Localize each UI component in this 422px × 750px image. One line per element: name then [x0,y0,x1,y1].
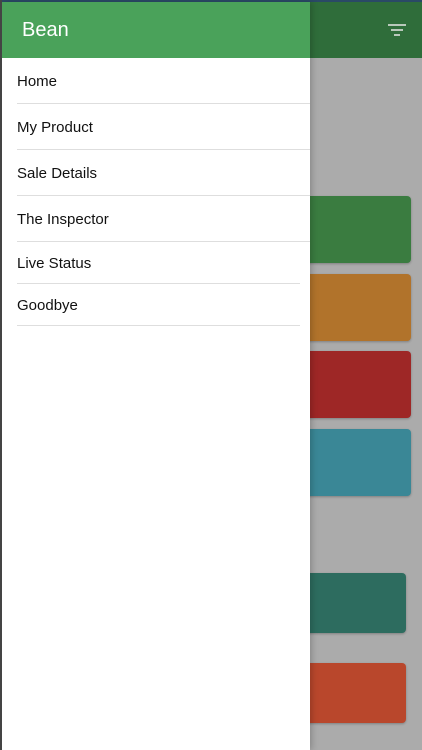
filter-icon[interactable] [388,24,406,38]
menu-item-my-product[interactable]: My Product [2,104,310,150]
menu-item-home[interactable]: Home [2,58,310,104]
drawer-header: Bean [2,2,310,58]
menu-item-live-status[interactable]: Live Status [2,242,310,284]
navigation-drawer: Bean Home My Product Sale Details The In… [2,2,310,750]
menu-item-goodbye[interactable]: Goodbye [2,284,310,326]
background-tile[interactable] [300,663,406,723]
background-tile[interactable] [300,274,411,341]
menu-item-sale-details[interactable]: Sale Details [2,150,310,196]
drawer-title: Bean [22,18,69,41]
background-tile[interactable] [300,573,406,633]
background-tile[interactable] [300,429,411,496]
app-screen: Bean Home My Product Sale Details The In… [0,0,422,750]
drawer-menu: Home My Product Sale Details The Inspect… [2,58,310,326]
background-tile[interactable] [300,351,411,418]
background-tile[interactable] [300,196,411,263]
menu-item-the-inspector[interactable]: The Inspector [2,196,310,242]
screen-left-edge [0,0,2,750]
